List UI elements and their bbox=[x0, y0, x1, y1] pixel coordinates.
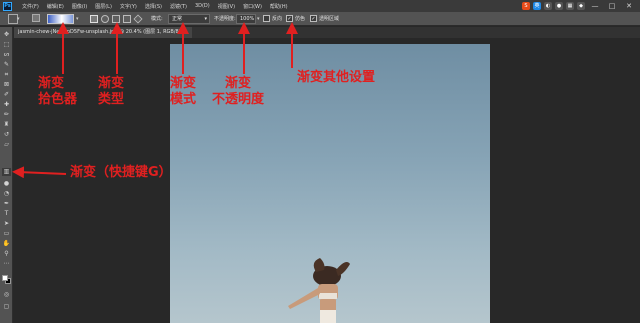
menu-select[interactable]: 选择(S) bbox=[145, 3, 162, 10]
menu-edit[interactable]: 编辑(E) bbox=[47, 3, 64, 10]
menu-view[interactable]: 视图(V) bbox=[218, 3, 235, 10]
quick-mask-icon[interactable]: ◎ bbox=[2, 291, 11, 299]
healing-brush-tool-icon[interactable]: ✚ bbox=[2, 101, 11, 109]
gradient-picker[interactable] bbox=[47, 14, 74, 24]
opacity-label: 不透明度: bbox=[214, 16, 236, 22]
reflected-gradient-button[interactable] bbox=[123, 15, 131, 23]
gradient-mode-toggle-icon[interactable] bbox=[32, 14, 40, 22]
marquee-tool-icon[interactable]: ⬚ bbox=[2, 41, 11, 49]
annotation-gradient-mode-text: 渐变 模式 bbox=[170, 76, 197, 107]
language-indicator[interactable]: 英 bbox=[533, 2, 541, 10]
color-swatches[interactable] bbox=[2, 275, 11, 284]
opacity-input[interactable]: 100% bbox=[236, 14, 256, 24]
hair-strand-shape bbox=[313, 258, 325, 272]
mode-caret-icon: ▾ bbox=[204, 16, 207, 22]
skin-icon[interactable]: ◆ bbox=[577, 2, 585, 10]
annotation-gradient-opacity-text: 渐变 不透明度 bbox=[212, 76, 265, 107]
blur-tool-icon[interactable]: ● bbox=[2, 180, 11, 188]
foreground-color-swatch[interactable] bbox=[2, 275, 8, 281]
punctuation-icon[interactable]: ◐ bbox=[544, 2, 552, 10]
angle-gradient-button[interactable] bbox=[112, 15, 120, 23]
annotation-gradient-opacity: 渐变 不透明度 bbox=[212, 76, 264, 108]
hair-strand-shape bbox=[336, 262, 350, 276]
reverse-checkbox[interactable] bbox=[263, 15, 270, 22]
annotation-gradient-other: 渐变其他设置 bbox=[297, 70, 376, 85]
document-tab[interactable]: jasmin-chew-jNe4MpD5Fw-unsplash.jpg @ 20… bbox=[14, 27, 192, 38]
type-tool-icon[interactable]: T bbox=[2, 210, 11, 218]
zoom-tool-icon[interactable]: ⚲ bbox=[2, 250, 11, 258]
menu-filter[interactable]: 滤镜(T) bbox=[170, 3, 187, 10]
diamond-gradient-button[interactable] bbox=[133, 14, 143, 24]
menu-3d[interactable]: 3D(D) bbox=[195, 3, 210, 9]
annotation-gradient-picker: 渐变 拾色器 bbox=[38, 76, 77, 108]
dodge-tool-icon[interactable]: ◔ bbox=[2, 190, 11, 198]
quick-select-tool-icon[interactable]: ✎ bbox=[2, 61, 11, 69]
dither-label: 仿色 bbox=[295, 16, 306, 22]
photoshop-logo: Ps bbox=[3, 1, 12, 11]
clone-stamp-tool-icon[interactable]: ♜ bbox=[2, 121, 11, 129]
mode-select[interactable]: 正常 ▾ bbox=[168, 14, 210, 24]
maximize-button[interactable]: □ bbox=[605, 1, 619, 11]
mode-label: 模式: bbox=[151, 16, 163, 22]
tools-panel: ✥ ⬚ ᔕ ✎ ⌗ ⊠ ✐ ✚ ✏ ♜ ↺ ▱ ▥ ● ◔ ✒ T ➤ ▭ ✋ … bbox=[0, 27, 13, 323]
menu-file[interactable]: 文件(F) bbox=[22, 3, 39, 10]
transparency-label: 透明区域 bbox=[319, 16, 340, 22]
eyedropper-tool-icon[interactable]: ✐ bbox=[2, 91, 11, 99]
frame-tool-icon[interactable]: ⊠ bbox=[2, 81, 11, 89]
radial-gradient-button[interactable] bbox=[101, 15, 109, 23]
path-select-tool-icon[interactable]: ➤ bbox=[2, 220, 11, 228]
annotation-gradient-picker-text: 渐变 拾色器 bbox=[38, 76, 78, 107]
more-tools-icon[interactable]: ⋯ bbox=[2, 260, 11, 268]
annotation-gradient-type-text: 渐变 类型 bbox=[98, 76, 125, 107]
menu-bar: Ps 文件(F) 编辑(E) 图像(I) 图层(L) 文字(Y) 选择(S) 滤… bbox=[0, 0, 640, 12]
top-shape bbox=[319, 293, 337, 299]
menu-window[interactable]: 窗口(W) bbox=[243, 3, 262, 10]
annotation-gradient-tool: 渐变（快捷键G） bbox=[70, 165, 172, 180]
microphone-icon[interactable]: ● bbox=[555, 2, 563, 10]
menu-layer[interactable]: 图层(L) bbox=[95, 3, 112, 10]
close-button[interactable]: ✕ bbox=[622, 1, 636, 11]
minimize-button[interactable]: — bbox=[588, 1, 602, 11]
opacity-caret-icon[interactable]: ▾ bbox=[257, 16, 260, 22]
transparency-checkbox[interactable]: ✓ bbox=[310, 15, 317, 22]
eraser-tool-icon[interactable]: ▱ bbox=[2, 141, 11, 149]
dither-checkbox[interactable]: ✓ bbox=[286, 15, 293, 22]
brush-tool-icon[interactable]: ✏ bbox=[2, 111, 11, 119]
hand-tool-icon[interactable]: ✋ bbox=[2, 240, 11, 248]
gradient-picker-caret-icon[interactable]: ▾ bbox=[76, 16, 79, 22]
lasso-tool-icon[interactable]: ᔕ bbox=[2, 51, 11, 59]
shorts-shape bbox=[320, 310, 336, 323]
mode-value: 正常 bbox=[172, 16, 183, 22]
document-tab-title: jasmin-chew-jNe4MpD5Fw-unsplash.jpg @ 20… bbox=[18, 29, 185, 35]
screen-mode-icon[interactable]: ▢ bbox=[2, 303, 11, 311]
annotation-gradient-mode: 渐变 模式 bbox=[170, 76, 196, 108]
rectangle-tool-icon[interactable]: ▭ bbox=[2, 230, 11, 238]
arm-shape bbox=[288, 288, 320, 309]
ime-icon[interactable]: S bbox=[522, 2, 530, 10]
reverse-label: 反向 bbox=[272, 16, 283, 22]
pen-tool-icon[interactable]: ✒ bbox=[2, 200, 11, 208]
crop-tool-icon[interactable]: ⌗ bbox=[2, 71, 11, 79]
options-bar: ▾ ▾ 模式: 正常 ▾ 不透明度: 100% ▾ 反向 ✓ 仿色 ✓ 透明区域 bbox=[0, 12, 640, 26]
annotation-gradient-type: 渐变 类型 bbox=[98, 76, 124, 108]
gradient-tool-icon[interactable]: ▥ bbox=[2, 168, 11, 176]
linear-gradient-button[interactable] bbox=[90, 15, 98, 23]
menu-type[interactable]: 文字(Y) bbox=[120, 3, 137, 10]
tool-preset-caret-icon[interactable]: ▾ bbox=[17, 16, 20, 22]
menu-help[interactable]: 帮助(H) bbox=[270, 3, 288, 10]
move-tool-icon[interactable]: ✥ bbox=[2, 31, 11, 39]
keyboard-icon[interactable]: ▦ bbox=[566, 2, 574, 10]
history-brush-tool-icon[interactable]: ↺ bbox=[2, 131, 11, 139]
menu-image[interactable]: 图像(I) bbox=[72, 3, 87, 10]
